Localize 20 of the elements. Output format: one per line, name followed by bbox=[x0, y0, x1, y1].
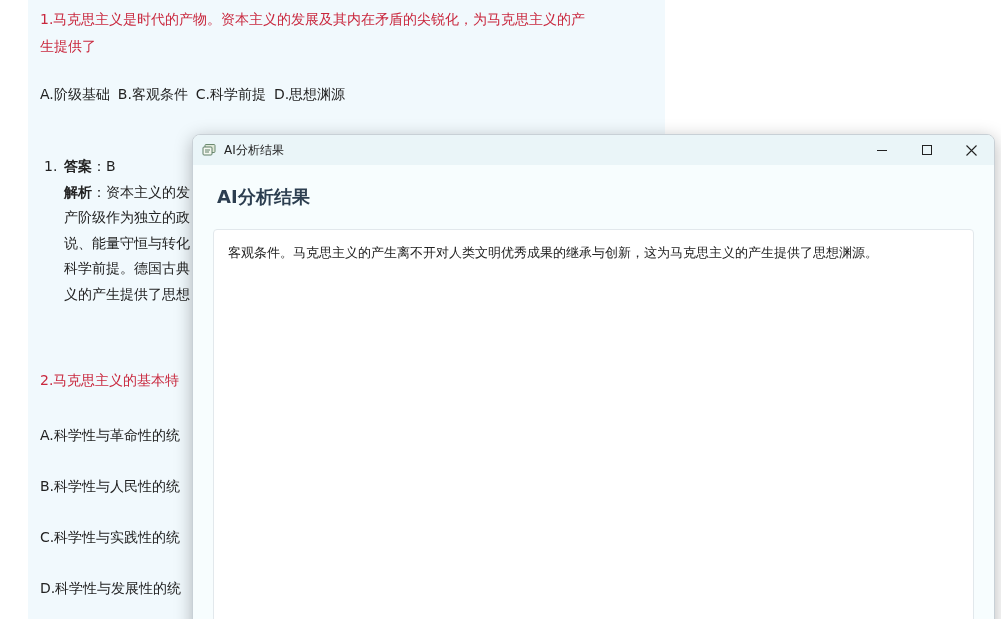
answer-text: 义的产生提供了思想 bbox=[64, 284, 190, 304]
maximize-icon bbox=[921, 145, 932, 155]
minimize-icon bbox=[876, 149, 887, 151]
answer-text: 说、能量守恒与转化 bbox=[64, 233, 190, 253]
window-title: AI分析结果 bbox=[224, 141, 284, 159]
option-text[interactable]: A.阶级基础 bbox=[40, 84, 110, 104]
question-text: 2.马克思主义的基本特 bbox=[40, 371, 181, 390]
answer-text: 答案：B bbox=[64, 157, 117, 176]
list-number: 1. bbox=[44, 157, 59, 176]
answer-text: 解析：资本主义的发 bbox=[64, 182, 190, 202]
result-text: 客观条件。马克思主义的产生离不开对人类文明优秀成果的继承与创新，这为马克思主义的产生提供了思想渊源。 bbox=[228, 244, 879, 262]
option-text[interactable]: D.思想渊源 bbox=[274, 84, 346, 104]
dialog-heading: AI分析结果 bbox=[217, 185, 311, 209]
app-icon bbox=[202, 143, 216, 157]
answer-text: 产阶级作为独立的政 bbox=[64, 208, 190, 227]
option-text[interactable]: C.科学前提 bbox=[195, 84, 267, 104]
question-text: 1.马克思主义是时代的产物。资本主义的发展及其内在矛盾的尖锐化，为马克思主义的产 生提供了 bbox=[40, 10, 587, 56]
answer-text: 科学前提。德国古典 bbox=[64, 259, 190, 278]
option-text[interactable]: B.客观条件 bbox=[117, 84, 188, 104]
close-icon bbox=[966, 144, 977, 156]
